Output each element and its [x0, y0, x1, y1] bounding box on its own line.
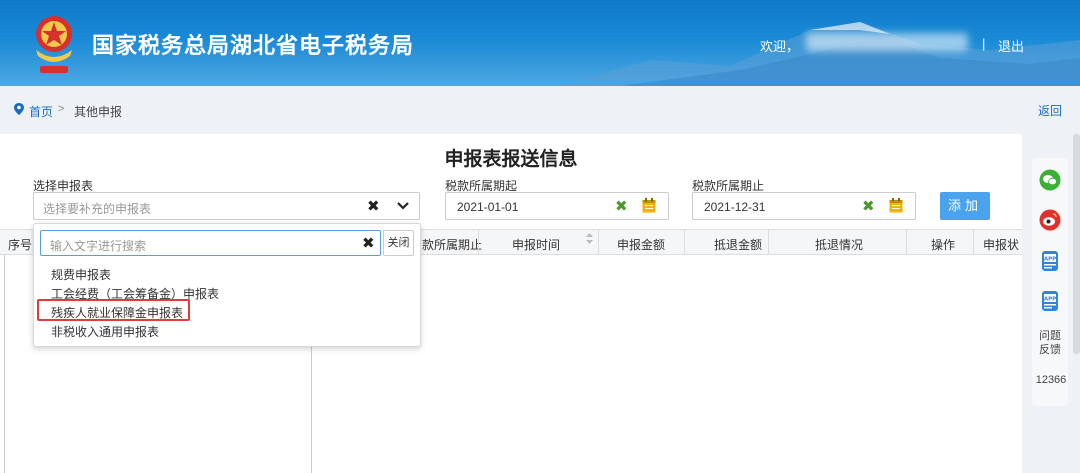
- column-divider: [478, 229, 479, 255]
- dropdown-search-input[interactable]: 输入文字进行搜索 ✖: [40, 230, 381, 256]
- option-highlight-box: [37, 299, 190, 321]
- table-header-cell: 款所属期止: [422, 238, 483, 252]
- add-button[interactable]: 添加: [940, 192, 990, 220]
- location-pin-icon: [14, 103, 24, 115]
- table-header-cell: 序号: [8, 238, 33, 252]
- site-header: 国家税务总局湖北省电子税务局 欢迎， | 退出: [0, 0, 1080, 86]
- column-divider: [768, 229, 769, 255]
- table-header-cell: 申报金额: [617, 238, 666, 252]
- period-start-field[interactable]: 2021-01-01 ✖: [445, 192, 669, 220]
- breadcrumb: [0, 86, 1080, 132]
- breadcrumb-separator: >: [58, 103, 65, 115]
- app-icon-label: APP: [1044, 297, 1056, 303]
- welcome-text: 欢迎，: [760, 39, 800, 54]
- username-redacted: [806, 33, 968, 51]
- app-icon-label: APP: [1044, 257, 1056, 263]
- wechat-icon[interactable]: [1039, 169, 1061, 191]
- clear-search-icon[interactable]: ✖: [362, 234, 375, 252]
- clear-date-icon[interactable]: ✖: [615, 197, 628, 215]
- weibo-icon[interactable]: [1039, 209, 1061, 231]
- form-select-dropdown[interactable]: 选择要补充的申报表 ✖: [33, 192, 420, 220]
- back-link[interactable]: 返回: [1038, 102, 1062, 119]
- app-icon[interactable]: APP: [1039, 250, 1061, 272]
- search-placeholder: 输入文字进行搜索: [50, 239, 147, 253]
- select-placeholder: 选择要补充的申报表: [43, 202, 152, 216]
- clear-date-icon[interactable]: ✖: [862, 197, 875, 215]
- breadcrumb-current: 其他申报: [74, 105, 123, 119]
- column-divider: [598, 229, 599, 255]
- table-left-border: [4, 255, 5, 473]
- table-header-cell: 操作: [931, 238, 956, 252]
- hotline-text: 12366: [1035, 374, 1067, 386]
- calendar-icon[interactable]: [642, 198, 656, 213]
- page-title: 申报表报送信息: [444, 149, 578, 170]
- page-scrollbar[interactable]: [1073, 134, 1080, 354]
- logout-link[interactable]: 退出: [998, 36, 1024, 55]
- period-start-value: 2021-01-01: [457, 200, 519, 214]
- right-sidebar: [1032, 158, 1068, 406]
- dropdown-close-button[interactable]: 关闭: [383, 230, 414, 256]
- calendar-icon[interactable]: [889, 198, 903, 213]
- table-header-cell: 申报时间: [512, 238, 561, 252]
- table-header-cell: 抵退金额: [714, 238, 763, 252]
- table-header-cell: 抵退情况: [815, 238, 864, 252]
- site-title: 国家税务总局湖北省电子税务局: [92, 33, 415, 58]
- column-divider: [973, 229, 974, 255]
- period-end-value: 2021-12-31: [704, 200, 766, 214]
- header-divider: |: [982, 36, 986, 51]
- column-divider: [906, 229, 907, 255]
- period-end-field[interactable]: 2021-12-31 ✖: [692, 192, 916, 220]
- column-divider: [684, 229, 685, 255]
- clear-icon[interactable]: ✖: [367, 197, 380, 215]
- tax-bureau-emblem-icon: [36, 16, 72, 73]
- dropdown-option[interactable]: 非税收入通用申报表: [51, 323, 159, 340]
- dropdown-option[interactable]: 规费申报表: [51, 266, 111, 283]
- chevron-down-icon[interactable]: [394, 197, 412, 215]
- table-header-cell: 申报状: [983, 238, 1020, 252]
- sort-icon[interactable]: [586, 233, 593, 244]
- feedback-link[interactable]: 问题反馈: [1036, 329, 1064, 357]
- app-icon[interactable]: APP: [1039, 290, 1061, 312]
- breadcrumb-home-link[interactable]: 首页: [29, 103, 53, 120]
